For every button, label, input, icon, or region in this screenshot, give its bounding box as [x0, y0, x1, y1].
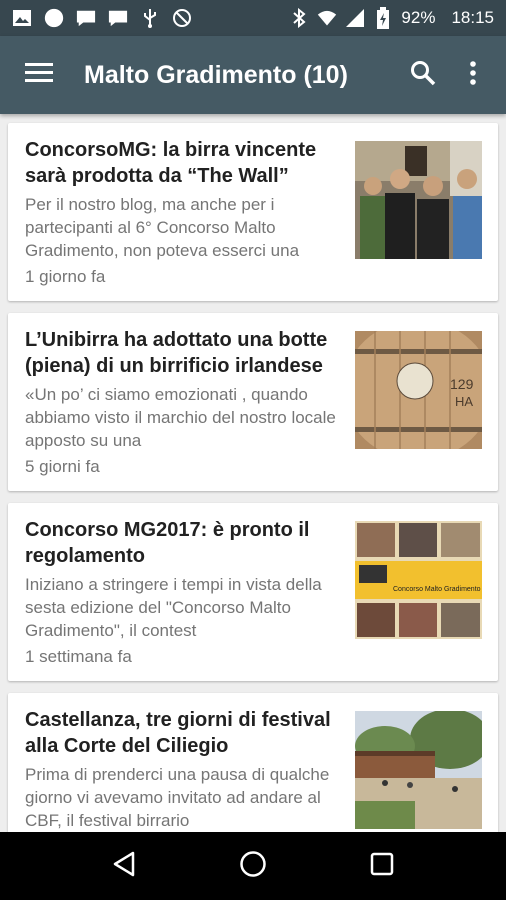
menu-button[interactable] [0, 36, 78, 114]
home-icon [239, 850, 267, 883]
article-thumbnail[interactable] [355, 711, 482, 829]
article-thumbnail[interactable] [355, 141, 482, 259]
search-button[interactable] [398, 36, 448, 114]
article-list[interactable]: ConcorsoMG: la birra vincente sarà prodo… [0, 114, 506, 832]
svg-text:129: 129 [450, 376, 474, 392]
article-excerpt: Prima di prenderci una pausa di qualche … [25, 765, 330, 830]
menu-icon [25, 62, 53, 89]
article-time: 1 settimana fa [25, 647, 132, 666]
article-text: L’Unibirra ha adottato una botte (piena)… [25, 327, 345, 452]
image-icon [12, 8, 32, 28]
battery-percentage: 92% [401, 8, 436, 27]
system-status: 92% 18:15 [289, 7, 494, 29]
battery-icon [373, 7, 393, 29]
article-thumbnail[interactable]: 129 HA [355, 331, 482, 449]
article-text: ConcorsoMG: la birra vincente sarà prodo… [25, 137, 345, 262]
article-title: Concorso MG2017: è pronto il regolamento [25, 519, 310, 567]
article-text: Castellanza, tre giorni di festival alla… [25, 707, 345, 832]
home-button[interactable] [223, 836, 283, 896]
bluetooth-icon [289, 8, 309, 28]
circle-notification-icon [44, 8, 64, 28]
article-card[interactable]: L’Unibirra ha adottato una botte (piena)… [8, 313, 498, 491]
more-vert-icon [469, 60, 477, 91]
block-icon [172, 8, 192, 28]
article-excerpt: Per il nostro blog, ma anche per i parte… [25, 195, 300, 260]
article-time: 1 giorno fa [25, 267, 106, 286]
svg-text:HA: HA [455, 394, 473, 409]
back-button[interactable] [94, 836, 154, 896]
more-options-button[interactable] [448, 36, 498, 114]
article-excerpt: «Un po’ ci siamo emozionati , quando abb… [25, 385, 336, 450]
message-icon [76, 8, 96, 28]
search-icon [410, 60, 436, 91]
article-text: Concorso MG2017: è pronto il regolamento… [25, 517, 345, 642]
article-title: ConcorsoMG: la birra vincente sarà prodo… [25, 139, 317, 187]
article-excerpt: Iniziano a stringere i tempi in vista de… [25, 575, 322, 640]
article-card[interactable]: Castellanza, tre giorni di festival alla… [8, 693, 498, 832]
wifi-icon [317, 8, 337, 28]
article-card[interactable]: ConcorsoMG: la birra vincente sarà prodo… [8, 123, 498, 301]
notification-icons [12, 8, 192, 28]
status-bar: 92% 18:15 [0, 0, 506, 36]
svg-text:Concorso Malto Gradimento: Concorso Malto Gradimento [393, 586, 481, 593]
recents-icon [370, 852, 394, 881]
article-time: 5 giorni fa [25, 457, 100, 476]
clock: 18:15 [451, 8, 494, 27]
navigation-bar [0, 832, 506, 900]
recents-button[interactable] [352, 836, 412, 896]
article-title: L’Unibirra ha adottato una botte (piena)… [25, 329, 328, 377]
usb-icon [140, 8, 160, 28]
signal-icon [345, 8, 365, 28]
article-card[interactable]: Concorso MG2017: è pronto il regolamento… [8, 503, 498, 681]
back-icon [112, 851, 136, 882]
message-icon [108, 8, 128, 28]
article-thumbnail[interactable]: Concorso Malto Gradimento [355, 521, 482, 639]
article-title: Castellanza, tre giorni di festival alla… [25, 709, 331, 757]
page-title: Malto Gradimento (10) [84, 60, 348, 89]
app-bar: Malto Gradimento (10) [0, 36, 506, 114]
